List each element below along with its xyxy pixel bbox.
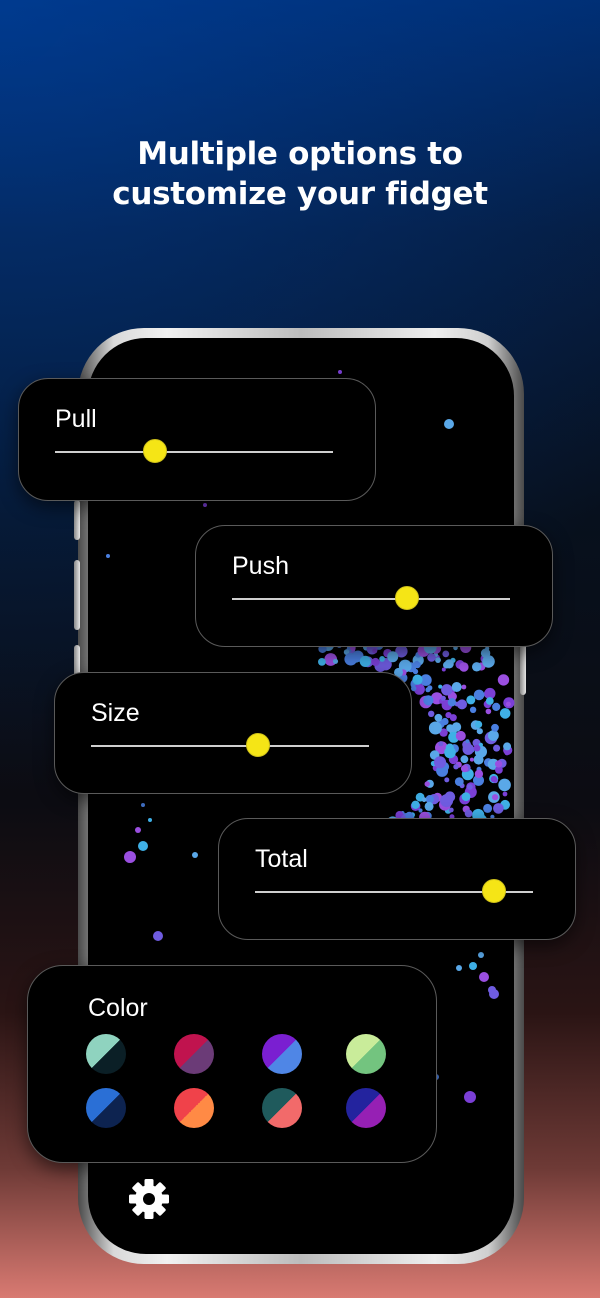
push-label: Push bbox=[232, 552, 289, 580]
size-slider-thumb[interactable] bbox=[245, 733, 270, 757]
color-swatch-mint-black[interactable] bbox=[86, 1034, 126, 1074]
push-control-card: Push bbox=[195, 525, 553, 647]
total-slider-thumb[interactable] bbox=[482, 879, 507, 903]
pull-slider-track[interactable] bbox=[55, 439, 333, 463]
total-control-card: Total bbox=[218, 818, 576, 940]
size-label: Size bbox=[91, 699, 140, 727]
total-slider-track[interactable] bbox=[255, 879, 533, 903]
phone-volume-up-button bbox=[74, 560, 80, 630]
color-swatch-crimson-plum[interactable] bbox=[174, 1034, 214, 1074]
color-swatch-indigo-purple[interactable] bbox=[346, 1088, 386, 1128]
pull-slider-thumb[interactable] bbox=[143, 439, 168, 463]
phone-side-button bbox=[74, 500, 80, 540]
color-swatch-teal-coral[interactable] bbox=[262, 1088, 302, 1128]
size-control-card: Size bbox=[54, 672, 412, 794]
pull-label: Pull bbox=[55, 405, 97, 433]
gear-icon[interactable] bbox=[128, 1178, 170, 1220]
push-slider-thumb[interactable] bbox=[395, 586, 420, 610]
color-control-card: Color bbox=[27, 965, 437, 1163]
pull-control-card: Pull bbox=[18, 378, 376, 501]
headline: Multiple options to customize your fidge… bbox=[0, 134, 600, 214]
total-label: Total bbox=[255, 845, 308, 873]
color-swatch-lime-green[interactable] bbox=[346, 1034, 386, 1074]
headline-line-1: Multiple options to bbox=[137, 136, 463, 172]
color-swatch-grid bbox=[86, 1034, 398, 1154]
push-slider-track[interactable] bbox=[232, 586, 510, 610]
color-swatch-red-orange[interactable] bbox=[174, 1088, 214, 1128]
color-swatch-blue-navy[interactable] bbox=[86, 1088, 126, 1128]
color-swatch-violet-blue[interactable] bbox=[262, 1034, 302, 1074]
headline-line-2: customize your fidget bbox=[112, 176, 488, 212]
size-slider-track[interactable] bbox=[91, 733, 369, 757]
color-label: Color bbox=[88, 994, 148, 1022]
